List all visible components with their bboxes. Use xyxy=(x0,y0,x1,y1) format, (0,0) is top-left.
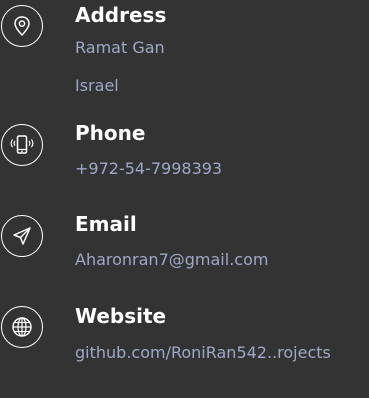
phone-value[interactable]: +972-54-7998393 xyxy=(75,153,367,185)
address-title: Address xyxy=(75,3,167,27)
location-pin-icon xyxy=(1,5,43,47)
globe-icon xyxy=(1,306,43,348)
phone-icon xyxy=(1,124,43,166)
contact-list: Address Ramat Gan Israel Phone +972-54-7… xyxy=(0,0,369,398)
address-line-1: Ramat Gan xyxy=(75,38,165,57)
paper-plane-icon xyxy=(1,215,43,257)
email-title: Email xyxy=(75,212,137,236)
address-line-2: Israel xyxy=(75,76,119,95)
phone-title: Phone xyxy=(75,121,146,145)
website-value[interactable]: github.com/RoniRan542..rojects xyxy=(75,337,367,369)
website-title: Website xyxy=(75,304,167,328)
email-value[interactable]: Aharonran7@gmail.com xyxy=(75,244,367,276)
